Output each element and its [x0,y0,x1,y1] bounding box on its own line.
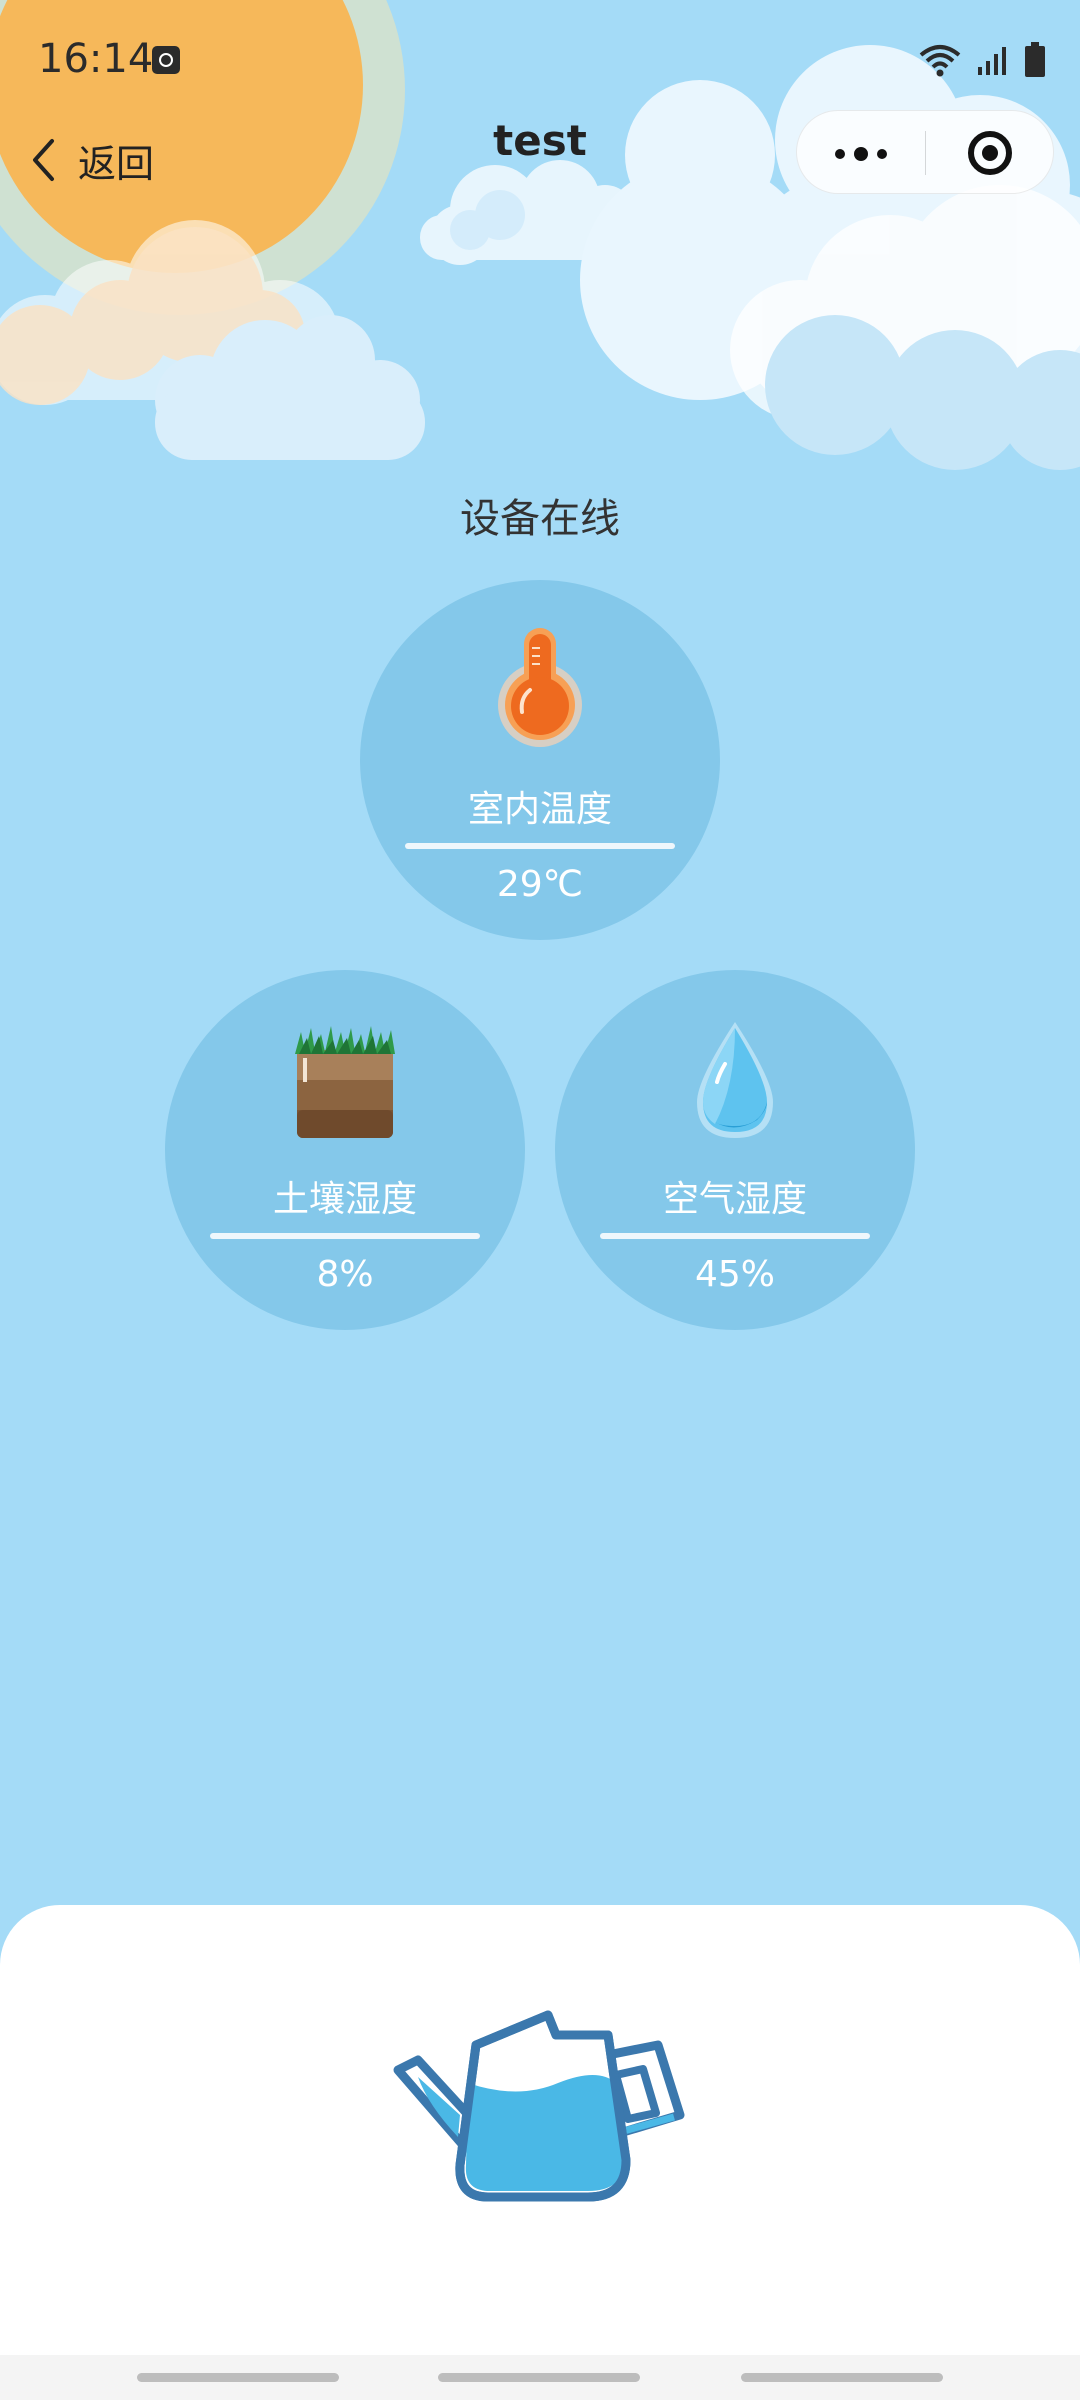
sensor-value: 8% [316,1254,374,1295]
sensor-divider [405,843,675,849]
sensor-label: 空气湿度 [662,1179,807,1220]
water-drop-icon [697,1022,773,1138]
more-dot-icon [835,149,845,159]
nav-bar: 返回 test [0,110,1080,210]
more-dot-icon [877,149,887,159]
nav-handle[interactable] [438,2373,640,2382]
app-page: 16:14 返回 test 设备在线 室内温度 29℃ 土壤湿度 8% 空气湿度… [0,0,1080,2400]
sensor-indoor-temperature[interactable]: 室内温度 29℃ [360,580,720,940]
soil-icon [295,1026,395,1138]
gesture-nav-bar [0,2355,1080,2400]
notification-app-icon [152,46,180,74]
sensor-value: 29℃ [496,864,584,905]
watering-can-icon[interactable] [388,2005,688,2210]
miniprogram-capsule [796,110,1054,194]
close-miniprogram-button[interactable] [926,111,1054,195]
thermometer-icon [498,628,582,747]
sensor-divider [600,1233,870,1239]
sensor-value: 45% [694,1254,775,1295]
battery-icon [1025,42,1045,77]
sensor-label: 土壤湿度 [272,1179,417,1220]
target-center-icon [982,145,998,161]
status-bar: 16:14 [0,0,1080,120]
device-status-text: 设备在线 [460,496,620,542]
nav-handle[interactable] [137,2373,339,2382]
wifi-icon [919,45,961,77]
more-dot-icon [854,147,868,161]
sensor-air-humidity[interactable]: 空气湿度 45% [555,970,915,1330]
status-icons [918,40,1046,80]
more-options-button[interactable] [797,111,925,195]
status-time: 16:14 [38,36,154,82]
sensor-divider [210,1233,480,1239]
sensor-soil-humidity[interactable]: 土壤湿度 8% [165,970,525,1330]
sensor-label: 室内温度 [467,789,612,830]
nav-handle[interactable] [741,2373,943,2382]
signal-icon [978,47,1006,75]
